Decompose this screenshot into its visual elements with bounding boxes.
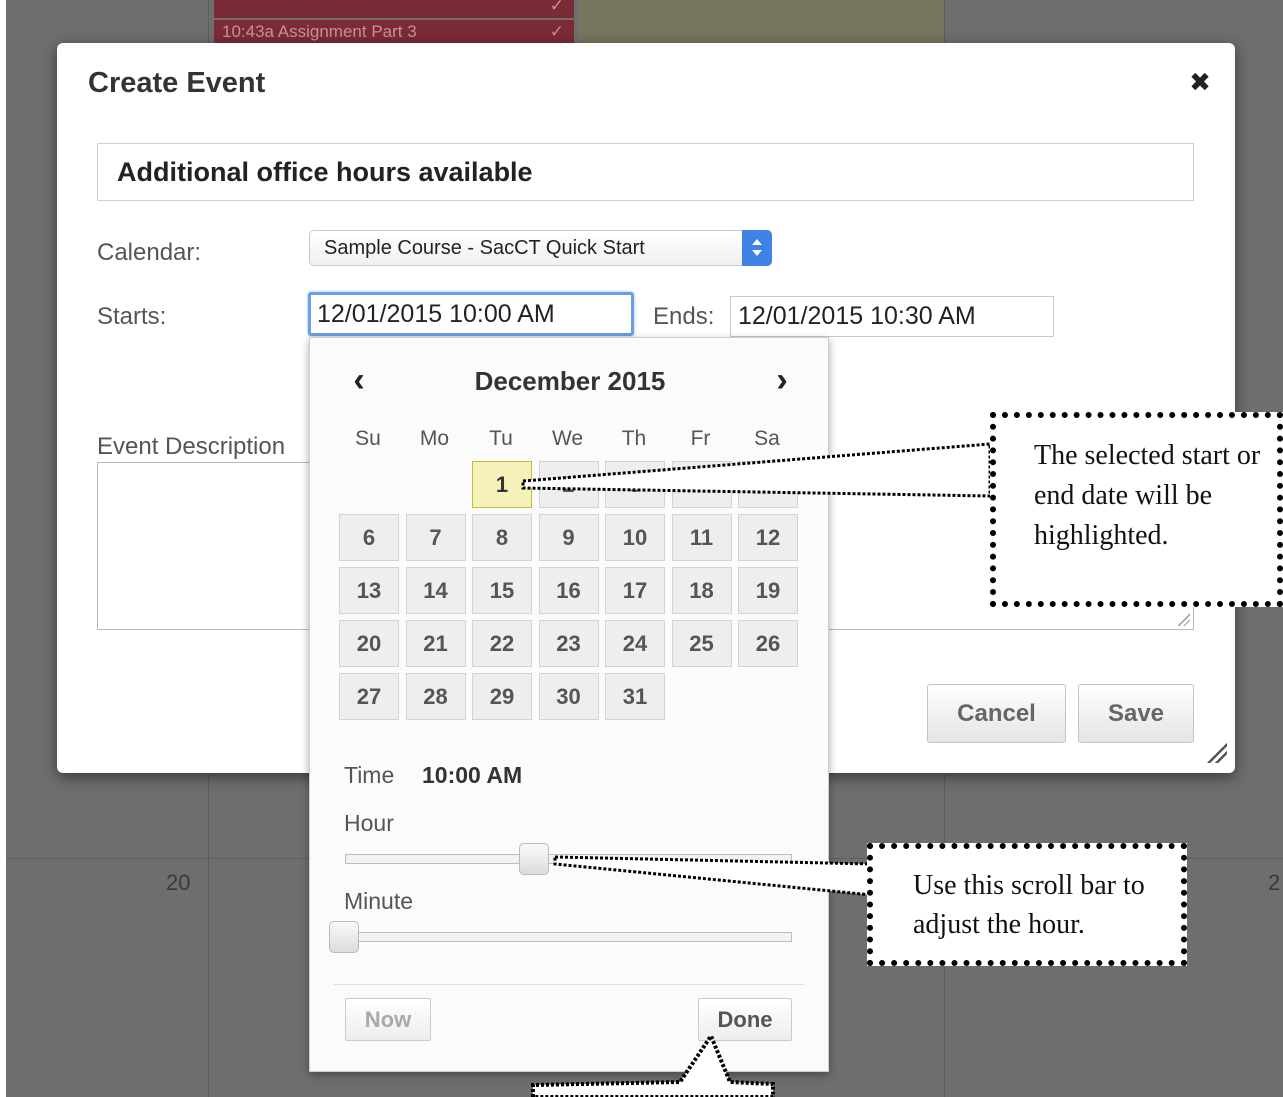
calendar-event[interactable]: ✓ bbox=[214, 0, 574, 18]
highlight-callout-text: The selected start or end date will be h… bbox=[1034, 440, 1261, 551]
day-cell[interactable]: 19 bbox=[738, 567, 798, 614]
weekday-header: Tu bbox=[489, 427, 513, 450]
day-cell[interactable]: 11 bbox=[671, 514, 732, 561]
divider bbox=[334, 984, 804, 985]
scrollbar-callout: Use this scroll bar to adjust the hour. bbox=[867, 843, 1187, 966]
event-title-input[interactable]: Additional office hours available bbox=[97, 143, 1194, 201]
calendar-select-value: Sample Course - SacCT Quick Start bbox=[324, 237, 645, 259]
calendar-select[interactable]: Sample Course - SacCT Quick Start bbox=[309, 230, 772, 266]
weekday-header: Th bbox=[621, 427, 647, 450]
ends-label: Ends: bbox=[653, 303, 715, 330]
day-number: 20 bbox=[166, 870, 191, 895]
day-cell[interactable]: 30 bbox=[538, 673, 599, 720]
day-cell[interactable]: 18 bbox=[671, 567, 732, 614]
day-cell[interactable]: 7 bbox=[405, 514, 466, 561]
calendar-label: Calendar: bbox=[97, 239, 202, 266]
done-button[interactable]: Done bbox=[698, 998, 792, 1041]
day-cell[interactable]: 9 bbox=[538, 514, 599, 561]
weekday-header: Fr bbox=[690, 427, 711, 450]
day-cell[interactable]: 10 bbox=[605, 514, 665, 561]
check-icon: ✓ bbox=[549, 22, 564, 41]
weekday-header: Su bbox=[355, 427, 381, 450]
time-value: 10:00 AM bbox=[422, 762, 523, 788]
day-cell[interactable]: 16 bbox=[538, 567, 599, 614]
day-cell[interactable]: 6 bbox=[339, 514, 399, 561]
day-cell[interactable]: 29 bbox=[472, 673, 532, 720]
now-button[interactable]: Now bbox=[345, 998, 431, 1041]
day-cell[interactable]: 26 bbox=[738, 620, 798, 667]
day-cell[interactable]: 17 bbox=[605, 567, 665, 614]
time-label: Time bbox=[344, 762, 395, 788]
day-cell-selected[interactable]: 1 bbox=[472, 461, 532, 508]
minute-slider-handle[interactable] bbox=[329, 921, 359, 953]
day-cell[interactable]: 25 bbox=[671, 620, 732, 667]
day-cell[interactable]: 5 bbox=[738, 461, 798, 508]
day-cell[interactable]: 4 bbox=[671, 461, 732, 508]
day-cell[interactable]: 27 bbox=[339, 673, 399, 720]
day-number: 2 bbox=[1268, 870, 1281, 895]
day-cell[interactable]: 24 bbox=[605, 620, 665, 667]
day-cell[interactable]: 15 bbox=[472, 567, 532, 614]
weekday-header: Mo bbox=[419, 427, 450, 450]
resize-grip-icon[interactable] bbox=[1176, 612, 1190, 626]
calendar-event[interactable]: 10:43a Assignment Part 3 ✓ bbox=[214, 20, 574, 44]
datepicker-popup: December 2015 ‹ › Su Mo Tu We Th Fr Sa 1234567… bbox=[309, 337, 829, 1072]
dialog-resize-icon[interactable] bbox=[1207, 743, 1227, 763]
hour-label: Hour bbox=[344, 810, 394, 836]
weekday-header: We bbox=[551, 427, 584, 450]
day-cell[interactable]: 21 bbox=[405, 620, 466, 667]
day-cell[interactable]: 2 bbox=[538, 461, 599, 508]
day-cell[interactable]: 22 bbox=[472, 620, 532, 667]
highlighted-day-cell bbox=[578, 0, 944, 44]
day-cell[interactable]: 13 bbox=[339, 567, 399, 614]
ends-input[interactable]: 12/01/2015 10:30 AM bbox=[730, 296, 1054, 337]
hour-slider-track[interactable] bbox=[345, 854, 792, 864]
minute-slider-track[interactable] bbox=[335, 932, 792, 942]
chevron-left-icon[interactable]: ‹ bbox=[344, 363, 374, 399]
close-icon[interactable]: ✖ bbox=[1187, 69, 1213, 95]
hour-slider-handle[interactable] bbox=[518, 843, 549, 875]
check-icon: ✓ bbox=[549, 0, 564, 15]
day-cell[interactable]: 3 bbox=[605, 461, 665, 508]
day-cell[interactable]: 23 bbox=[538, 620, 599, 667]
starts-input[interactable]: 12/01/2015 10:00 AM bbox=[308, 292, 634, 336]
dialog-title: Create Event bbox=[88, 67, 266, 99]
highlight-callout: The selected start or end date will be h… bbox=[990, 412, 1283, 607]
cancel-button[interactable]: Cancel bbox=[927, 684, 1066, 743]
month-label: December 2015 bbox=[474, 366, 666, 396]
minute-label: Minute bbox=[344, 888, 414, 914]
select-arrows-icon bbox=[742, 230, 772, 266]
day-cell[interactable]: 12 bbox=[738, 514, 798, 561]
day-cell[interactable]: 28 bbox=[405, 673, 466, 720]
day-cell[interactable]: 8 bbox=[472, 514, 532, 561]
scrollbar-callout-text: Use this scroll bar to adjust the hour. bbox=[913, 870, 1145, 940]
chevron-right-icon[interactable]: › bbox=[767, 363, 797, 399]
weekday-header: Sa bbox=[754, 427, 780, 450]
event-label: 10:43a Assignment Part 3 bbox=[222, 22, 417, 41]
day-cell[interactable]: 31 bbox=[605, 673, 665, 720]
day-cell[interactable]: 14 bbox=[405, 567, 466, 614]
description-label: Event Description bbox=[97, 433, 286, 460]
starts-label: Starts: bbox=[97, 303, 167, 330]
day-cell[interactable]: 20 bbox=[339, 620, 399, 667]
save-button[interactable]: Save bbox=[1078, 684, 1194, 743]
